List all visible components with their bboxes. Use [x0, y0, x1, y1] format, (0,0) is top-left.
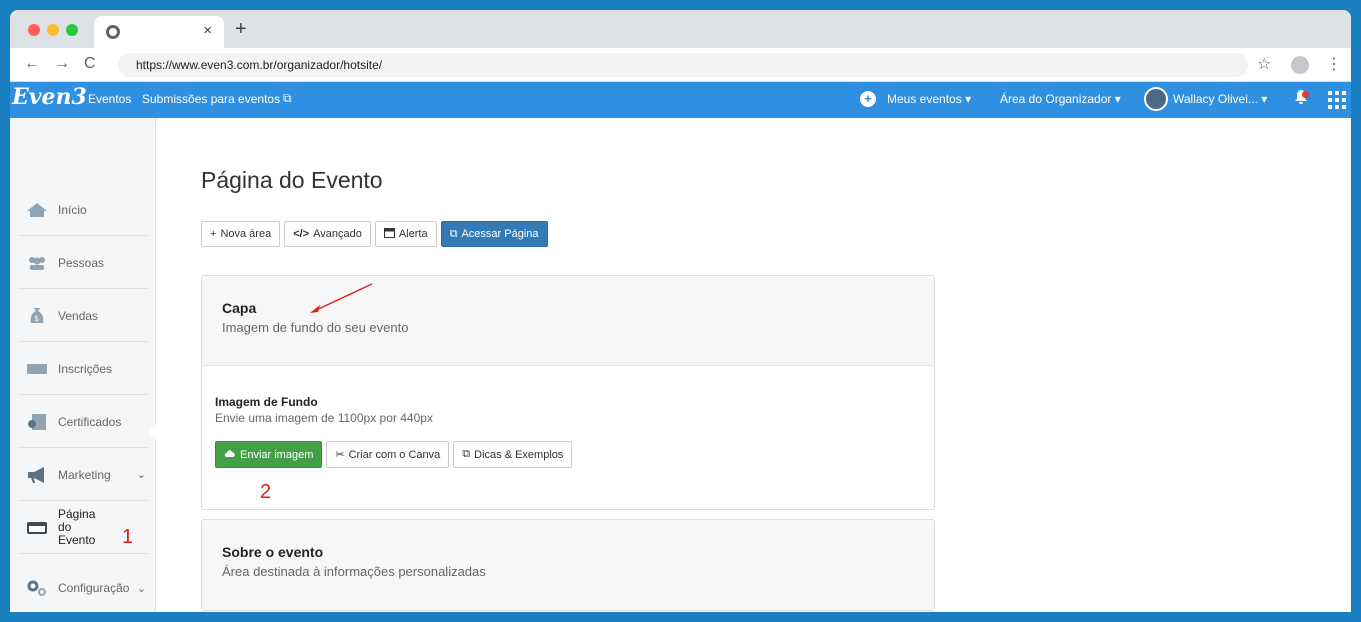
chevron-down-icon: ▾ [1114, 92, 1121, 106]
cloud-upload-icon [224, 448, 236, 461]
about-card-header: Sobre o evento Área destinada à informaç… [202, 520, 934, 610]
sidebar-item-vendas[interactable]: $ Vendas [18, 290, 148, 342]
user-menu[interactable]: Wallacy Olivei... ▾ [1173, 92, 1267, 106]
nav-link-eventos[interactable]: Eventos [88, 92, 131, 106]
cover-card-subtitle: Imagem de fundo do seu evento [222, 320, 409, 335]
chevron-down-icon: ▾ [965, 92, 972, 106]
chevron-down-icon: ▾ [1261, 92, 1268, 106]
sidebar-item-certificados[interactable]: Certificados [18, 396, 148, 448]
forward-arrow-icon[interactable]: → [54, 55, 70, 73]
sidebar-item-pessoas[interactable]: Pessoas [18, 237, 148, 289]
bookmark-star-icon[interactable]: ☆ [1257, 54, 1271, 74]
sidebar-item-label: Página do Evento [58, 507, 96, 547]
gears-icon [26, 579, 48, 597]
tab-close-button[interactable]: × [203, 23, 212, 39]
organizer-area-label: Área do Organizador [1000, 92, 1112, 106]
external-link-icon: ⧉ [462, 448, 471, 460]
upload-image-label: Enviar imagem [240, 448, 314, 461]
maximize-window-button[interactable] [66, 24, 78, 36]
browser-window: × + ← → C https://www.even3.com.br/organ… [10, 10, 1351, 612]
annotation-marker-2: 2 [260, 481, 272, 503]
apps-grid-icon[interactable] [1328, 91, 1346, 109]
chrome-icon [106, 25, 120, 39]
chevron-down-icon: ⌄ [136, 582, 146, 595]
open-page-label: Acessar Página [461, 228, 539, 240]
background-image-label: Imagem de Fundo [215, 395, 318, 409]
new-area-button[interactable]: + Nova área [201, 221, 281, 247]
about-card-subtitle: Área destinada à informações personaliza… [222, 564, 486, 579]
create-with-canva-button[interactable]: ✂ Criar com o Canva [326, 441, 450, 468]
sidebar-item-label: Marketing [58, 467, 111, 482]
minimize-window-button[interactable] [47, 24, 59, 36]
app-top-nav: Even3 Eventos Submissões para eventos ⧉ … [10, 82, 1351, 118]
chevron-down-icon: ⌄ [136, 469, 146, 481]
ticket-icon [26, 360, 48, 378]
nav-link-submissoes[interactable]: Submissões para eventos [142, 92, 280, 106]
people-icon [26, 254, 48, 272]
canva-label: Criar com o Canva [348, 448, 441, 461]
page-title: Página do Evento [201, 167, 383, 193]
browser-menu-icon[interactable]: ⋮ [1326, 54, 1342, 74]
sidebar-item-inicio[interactable]: Início [18, 184, 148, 236]
sidebar-item-label: Início [58, 202, 87, 217]
sidebar-item-configuracao[interactable]: Configuração ⌄ [18, 562, 148, 612]
page-toolbar: + Nova área </> Avançado Alerta ⧉ Acessar P… [201, 221, 548, 247]
add-event-icon[interactable]: + [860, 91, 876, 107]
back-arrow-icon[interactable]: ← [24, 55, 40, 73]
home-icon [26, 201, 48, 219]
advanced-label: Avançado [313, 228, 362, 240]
tab-strip: × + [10, 10, 1351, 48]
background-image-help: Envie uma imagem de 1100px por 440px [215, 411, 433, 425]
browser-window-icon [26, 519, 48, 537]
code-icon: </> [293, 228, 310, 240]
alert-button[interactable]: Alerta [374, 221, 437, 247]
alert-label: Alerta [398, 228, 428, 240]
my-events-menu[interactable]: Meus eventos ▾ [887, 92, 971, 106]
open-page-button[interactable]: ⧉ Acessar Página [440, 221, 548, 247]
organizer-area-menu[interactable]: Área do Organizador ▾ [1000, 92, 1121, 106]
notification-badge [1302, 91, 1309, 98]
external-link-icon: ⧉ [449, 227, 458, 240]
new-tab-button[interactable]: + [235, 19, 247, 39]
about-card: Sobre o evento Área destinada à informaç… [201, 519, 935, 611]
certificate-icon [26, 413, 48, 431]
tips-label: Dicas & Exemplos [474, 448, 564, 461]
upload-image-button[interactable]: Enviar imagem [215, 441, 323, 468]
megaphone-icon [26, 466, 48, 484]
magic-wand-icon: ✂ [335, 449, 345, 461]
annotation-arrow [310, 283, 373, 313]
even3-logo[interactable]: Even3 [12, 84, 87, 110]
sidebar-item-label: Vendas [58, 308, 99, 323]
advanced-button[interactable]: </> Avançado [284, 221, 371, 247]
browser-tab[interactable]: × [94, 16, 224, 48]
plus-icon: + [210, 228, 217, 240]
cover-actions: Enviar imagem ✂ Criar com o Canva ⧉ Dicas … [215, 441, 573, 468]
my-events-label: Meus eventos [887, 92, 962, 106]
about-card-title: Sobre o evento [222, 544, 324, 560]
address-bar-row: ← → C https://www.even3.com.br/organizad… [10, 48, 1351, 82]
url-input[interactable]: https://www.even3.com.br/organizador/hot… [118, 53, 1248, 77]
svg-text:$: $ [34, 314, 39, 323]
sidebar-item-label: Certificados [58, 414, 122, 429]
window-icon [383, 227, 395, 241]
tips-examples-button[interactable]: ⧉ Dicas & Exemplos [453, 441, 573, 468]
avatar[interactable] [1144, 87, 1168, 111]
sidebar-item-marketing[interactable]: Marketing ⌄ [18, 449, 148, 501]
active-indicator [148, 424, 156, 440]
annotation-marker-1: 1 [122, 526, 134, 548]
new-area-label: Nova área [220, 228, 272, 240]
external-link-icon: ⧉ [283, 91, 292, 105]
user-name: Wallacy Olivei... [1173, 92, 1258, 106]
sidebar-item-label: Configuração [58, 581, 130, 595]
sidebar-item-label: Inscrições [58, 361, 113, 376]
sidebar-item-inscricoes[interactable]: Inscrições [18, 343, 148, 395]
reload-icon[interactable]: C [84, 55, 96, 73]
money-bag-icon: $ [26, 307, 48, 325]
sidebar-item-label: Pessoas [58, 255, 105, 270]
profile-icon[interactable] [1291, 56, 1309, 74]
close-window-button[interactable] [28, 24, 40, 36]
